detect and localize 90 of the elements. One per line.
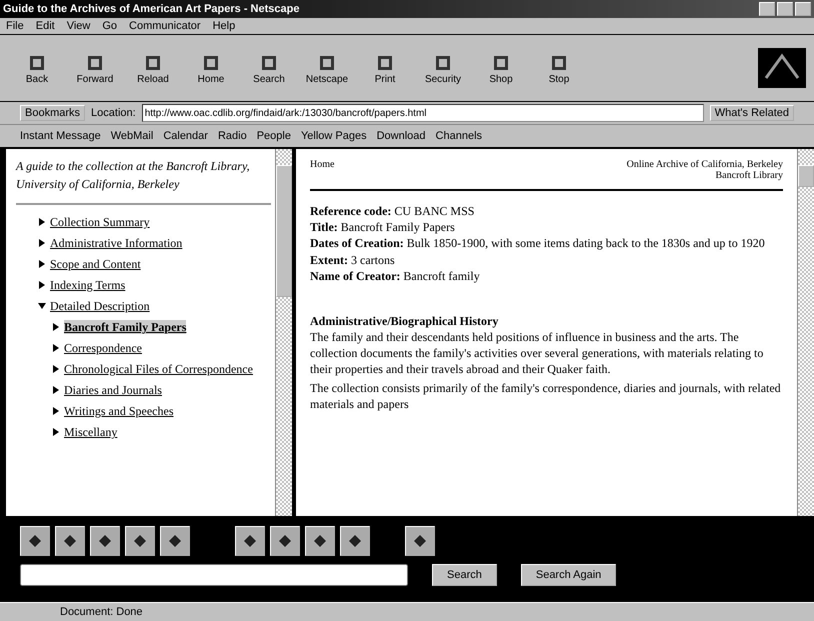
logo-icon [758, 48, 806, 88]
personal-link[interactable]: Download [376, 130, 426, 142]
menu-item[interactable]: File [0, 20, 30, 32]
header-text: Bancroft Library [716, 170, 783, 181]
toolbar-button[interactable]: Search [240, 52, 298, 84]
toc-link[interactable]: Bancroft Family Papers [64, 320, 186, 334]
toolbar-button[interactable]: Home [182, 52, 240, 84]
location-label: Location: [91, 107, 136, 119]
toolbar-button[interactable]: Stop [530, 52, 588, 84]
personal-link[interactable]: Radio [218, 130, 247, 142]
tool-icon [132, 533, 148, 549]
field-text: Dates of Creation: Bulk 1850-1900, with some items dating back to the 1830s and up to 1920 [310, 235, 766, 252]
toc-link[interactable]: Detailed Description [50, 299, 150, 313]
search-button[interactable]: Search [432, 564, 497, 586]
toolbar-button[interactable]: Shop [472, 52, 530, 84]
menu-item[interactable]: Go [96, 20, 124, 32]
toc-link[interactable]: Chronological Files of Correspondence [64, 362, 253, 376]
tool-icon [27, 533, 43, 549]
right-triangle-icon[interactable] [38, 281, 46, 289]
personal-link[interactable]: Instant Message [20, 130, 101, 142]
tool-button[interactable] [235, 526, 265, 556]
bookmarks-button[interactable]: Bookmarks [20, 105, 86, 121]
menu-item[interactable]: Edit [30, 20, 61, 32]
menu-item[interactable]: Communicator [123, 20, 207, 32]
tool-icon [347, 533, 363, 549]
location-field[interactable]: http://www.oac.cdlib.org/findaid/ark:/13030/bancroft/papers.html [142, 104, 704, 122]
toc-link[interactable]: Miscellany [64, 425, 118, 439]
toolbar-button[interactable]: Reload [124, 52, 182, 84]
toc-link[interactable]: Scope and Content [50, 257, 141, 271]
toc-link[interactable]: Indexing Terms [50, 278, 126, 292]
toolbar-button[interactable]: Netscape [298, 52, 356, 84]
related-button[interactable]: What's Related [710, 105, 794, 121]
toc-link[interactable]: Administrative Information [50, 236, 182, 250]
right-triangle-icon[interactable] [38, 239, 46, 247]
tool-icon [97, 533, 113, 549]
right-triangle-icon [52, 407, 60, 415]
personal-link[interactable]: WebMail [110, 130, 154, 142]
right-triangle-icon [52, 344, 60, 352]
home-link[interactable]: Home [310, 159, 334, 181]
status-text: Document: Done [60, 606, 143, 618]
search-button[interactable]: Search Again [520, 564, 616, 586]
tool-button[interactable] [405, 526, 435, 556]
personal-link[interactable]: Channels [436, 130, 482, 142]
toolbar-button[interactable]: Security [414, 52, 472, 84]
tool-icon [242, 533, 258, 549]
scrollbar[interactable] [275, 149, 292, 516]
toolbar-button[interactable]: Print [356, 52, 414, 84]
down-triangle-icon[interactable] [38, 302, 46, 310]
tool-icon [412, 533, 428, 549]
menu-item[interactable]: View [60, 20, 96, 32]
personal-link[interactable]: People [256, 130, 291, 142]
header-text: Online Archive of California, Berkeley [626, 159, 783, 170]
right-triangle-icon [52, 428, 60, 436]
scrollbar[interactable] [797, 149, 814, 516]
tool-button[interactable] [20, 526, 50, 556]
toc-link[interactable]: Correspondence [64, 341, 142, 355]
menu-item[interactable]: Help [206, 20, 242, 32]
field-text: Title: Bancroft Family Papers [310, 219, 456, 236]
right-triangle-icon [52, 323, 60, 331]
search-field[interactable] [20, 564, 408, 586]
tool-button[interactable] [305, 526, 335, 556]
tool-button[interactable] [125, 526, 155, 556]
field-text: Name of Creator: Bancroft family [310, 268, 481, 284]
intro-text: A guide to the collection at the Bancroft Library, University of California, Berkeley [16, 158, 251, 193]
toc-link[interactable]: Writings and Speeches [64, 404, 174, 418]
right-triangle-icon [52, 386, 60, 394]
tool-icon [62, 533, 78, 549]
field-text: Reference code: CU BANC MSS [310, 203, 476, 220]
window-title: Guide to the Archives of American Art Papers - Netscape [3, 3, 300, 15]
paragraph: The family and their descendants held positions of influence in business and the arts. The collection documents the family's activities over several generations, with materials relating to their properties and their travels abroad and their Quaker faith. [310, 328, 764, 378]
field-text: Extent: 3 cartons [310, 252, 396, 268]
tool-icon [167, 533, 183, 549]
paragraph: The collection consists primarily of the family's correspondence, diaries and journals, with related materials and papers [310, 380, 782, 412]
tool-button[interactable] [340, 526, 370, 556]
tool-icon [277, 533, 293, 549]
right-triangle-icon[interactable] [38, 218, 46, 226]
right-triangle-icon[interactable] [38, 260, 46, 268]
tool-button[interactable] [90, 526, 120, 556]
toolbar-button[interactable]: Back [8, 52, 66, 84]
personal-link[interactable]: Yellow Pages [300, 130, 367, 142]
toc-link[interactable]: Diaries and Journals [64, 383, 162, 397]
personal-link[interactable]: Calendar [163, 130, 208, 142]
tool-button[interactable] [55, 526, 85, 556]
tool-button[interactable] [270, 526, 300, 556]
toc-link[interactable]: Collection Summary [50, 215, 150, 229]
right-triangle-icon [52, 365, 60, 373]
tool-icon [312, 533, 328, 549]
section-heading: Administrative/Biographical History [310, 314, 500, 329]
tool-button[interactable] [160, 526, 190, 556]
toolbar-button[interactable]: Forward [66, 52, 124, 84]
